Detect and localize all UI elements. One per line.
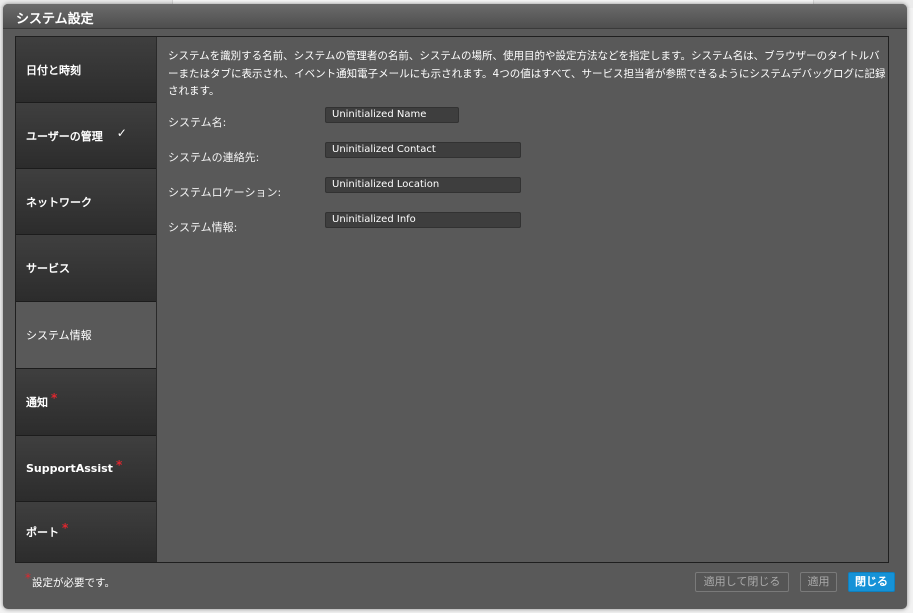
checkmark-icon: ✓ <box>116 125 127 140</box>
required-marker: * <box>51 391 58 405</box>
sidebar-item-ports[interactable]: ポート * <box>16 502 156 562</box>
system-contact-label: システムの連絡先: <box>168 151 260 164</box>
system-location-field[interactable]: Uninitialized Location <box>325 177 521 193</box>
sidebar-item-date-time[interactable]: 日付と時刻 <box>16 37 156 103</box>
sidebar-item-label: 通知 <box>26 396 48 409</box>
required-marker: * <box>115 457 123 472</box>
apply-button[interactable]: 適用 <box>800 572 837 592</box>
sidebar-item-label: ユーザーの管理 <box>26 129 103 143</box>
sidebar-item-network[interactable]: ネットワーク <box>16 169 156 235</box>
sidebar-item-label: ネットワーク <box>26 195 92 209</box>
dialog-title: システム設定 <box>16 12 94 27</box>
system-name-label: システム名: <box>168 116 227 129</box>
system-info-label: システム情報: <box>168 221 238 234</box>
sidebar-item-label: 日付と時刻 <box>26 63 81 77</box>
sidebar-item-label: サービス <box>26 262 70 275</box>
system-settings-dialog: システム設定 日付と時刻 ユーザーの管理 ✓ ネットワーク サービス システム情… <box>3 4 907 609</box>
required-note-text: 設定が必要です。 <box>32 577 115 589</box>
required-note: *設定が必要です。 <box>25 571 115 590</box>
sidebar-item-supportassist[interactable]: SupportAssist * <box>16 436 156 502</box>
system-info-field[interactable]: Uninitialized Info <box>325 212 521 228</box>
sidebar-item-services[interactable]: サービス <box>16 235 156 302</box>
sidebar-item-system-info[interactable]: システム情報 <box>16 302 156 369</box>
required-star-icon: * <box>25 571 31 585</box>
system-info-content: システムを識別する名前、システムの管理者の名前、システムの場所、使用目的や設定方… <box>156 37 889 562</box>
close-button[interactable]: 閉じる <box>848 572 895 592</box>
system-name-field[interactable]: Uninitialized Name <box>325 107 459 123</box>
sidebar-item-label: SupportAssist <box>26 462 113 475</box>
settings-sidebar: 日付と時刻 ユーザーの管理 ✓ ネットワーク サービス システム情報 通知 * … <box>16 37 156 562</box>
apply-and-close-button[interactable]: 適用して閉じる <box>695 572 789 592</box>
sidebar-item-notifications[interactable]: 通知 * <box>16 369 156 436</box>
sidebar-item-label: ポート <box>26 526 59 539</box>
settings-panel: 日付と時刻 ユーザーの管理 ✓ ネットワーク サービス システム情報 通知 * … <box>15 36 889 563</box>
sidebar-item-user-management[interactable]: ユーザーの管理 ✓ <box>16 103 156 169</box>
sidebar-item-label: システム情報 <box>26 329 92 342</box>
system-location-label: システムロケーション: <box>168 186 282 199</box>
system-info-description: システムを識別する名前、システムの管理者の名前、システムの場所、使用目的や設定方… <box>168 50 886 97</box>
dialog-titlebar[interactable]: システム設定 <box>3 4 907 29</box>
required-marker: * <box>62 521 69 535</box>
system-contact-field[interactable]: Uninitialized Contact <box>325 142 521 158</box>
